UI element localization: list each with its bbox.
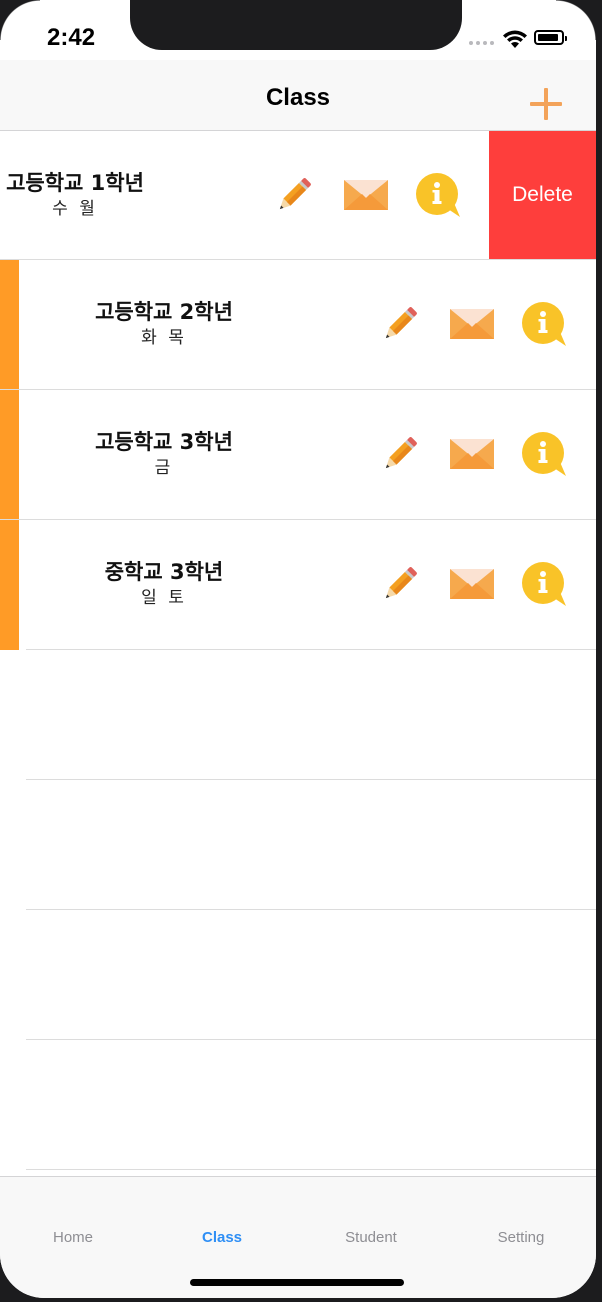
class-title: 고등학교 3학년 <box>95 430 233 454</box>
row-accent-strip <box>0 260 19 650</box>
info-icon[interactable] <box>520 560 568 608</box>
class-days: 수 월 <box>52 199 98 219</box>
table-row[interactable]: 고등학교 3학년 금 <box>19 390 596 519</box>
empty-row-separator <box>26 779 596 780</box>
info-icon[interactable] <box>520 430 568 478</box>
cellular-signal-icon <box>469 41 494 45</box>
notch <box>130 0 462 50</box>
tab-bar: Home Class Student Setting <box>0 1176 596 1298</box>
class-title: 고등학교 2학년 <box>95 300 233 324</box>
pencil-icon[interactable] <box>376 300 424 348</box>
pencil-icon[interactable] <box>270 171 318 219</box>
tab-class[interactable]: Class <box>162 1229 282 1246</box>
pencil-icon[interactable] <box>376 430 424 478</box>
phone-screen: 2:42 Class 고등학교 1학년 수 월 Delete 고등학교 2학년 … <box>0 0 596 1298</box>
class-days: 화 목 <box>141 328 187 348</box>
envelope-icon[interactable] <box>448 560 496 608</box>
empty-row-separator <box>26 1169 596 1170</box>
pencil-icon[interactable] <box>376 560 424 608</box>
page-title: Class <box>265 84 331 111</box>
class-title: 고등학교 1학년 <box>6 171 144 195</box>
envelope-icon[interactable] <box>448 430 496 478</box>
navigation-bar: Class <box>0 60 596 131</box>
empty-row-separator <box>26 909 596 910</box>
envelope-icon[interactable] <box>342 171 390 219</box>
tab-setting[interactable]: Setting <box>461 1229 581 1246</box>
envelope-icon[interactable] <box>448 300 496 348</box>
home-indicator[interactable] <box>190 1279 404 1286</box>
class-days: 일 토 <box>141 588 187 608</box>
info-icon[interactable] <box>414 171 462 219</box>
delete-button[interactable]: Delete <box>489 131 596 259</box>
tab-student[interactable]: Student <box>311 1229 431 1246</box>
class-title: 중학교 3학년 <box>104 560 224 584</box>
table-row[interactable]: 고등학교 2학년 화 목 <box>19 260 596 389</box>
wifi-icon <box>503 30 527 48</box>
empty-row-separator <box>26 1039 596 1040</box>
tab-home[interactable]: Home <box>13 1229 133 1246</box>
table-row[interactable]: 중학교 3학년 일 토 <box>19 520 596 649</box>
info-icon[interactable] <box>520 300 568 348</box>
class-days: 금 <box>154 458 174 478</box>
status-time: 2:42 <box>47 24 96 51</box>
plus-icon[interactable] <box>529 87 563 121</box>
